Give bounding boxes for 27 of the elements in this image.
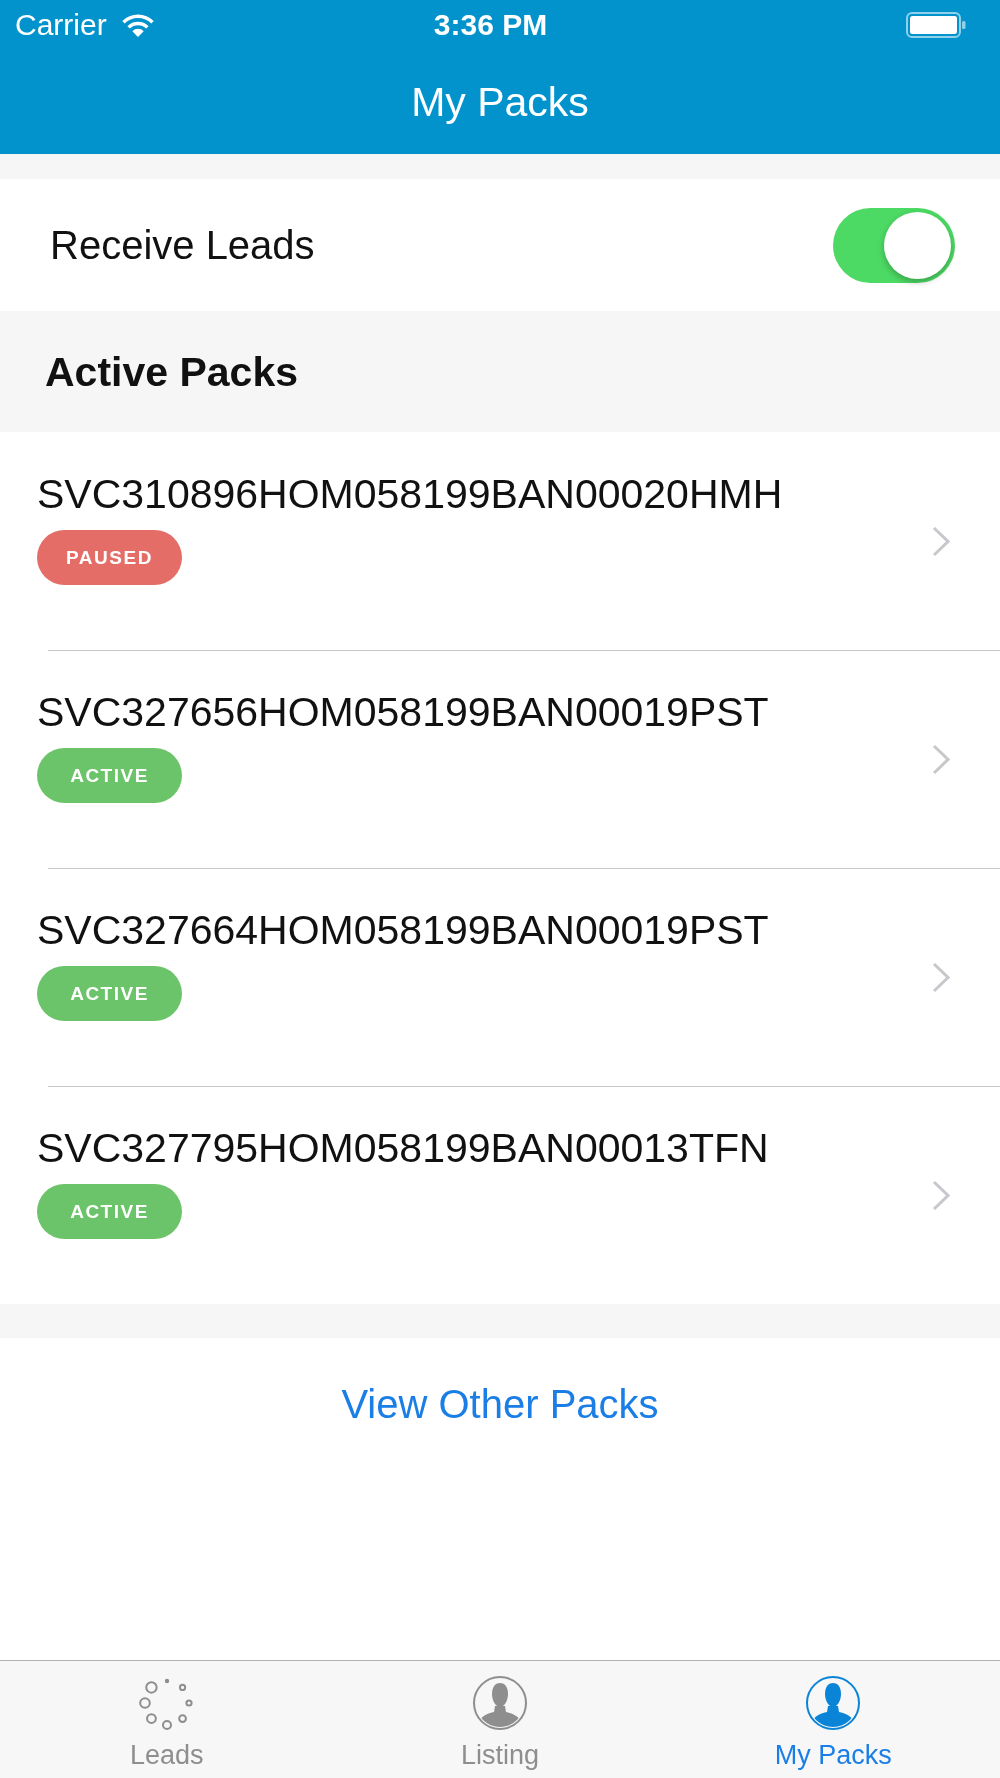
person-circle-icon [805,1675,862,1731]
pack-row[interactable]: SVC310896HOM058199BAN00020HMH PAUSED [0,432,1000,650]
status-badge: PAUSED [37,530,182,585]
chevron-right-icon [932,961,950,993]
pack-row[interactable]: SVC327795HOM058199BAN00013TFN ACTIVE [0,1086,1000,1304]
battery-icon [906,12,966,38]
pack-row[interactable]: SVC327656HOM058199BAN00019PST ACTIVE [0,650,1000,868]
status-time: 3:36 PM [433,7,548,43]
pack-code: SVC310896HOM058199BAN00020HMH [37,470,783,518]
view-other-packs-link[interactable]: View Other Packs [341,1380,659,1428]
pack-code: SVC327795HOM058199BAN00013TFN [37,1124,769,1172]
pack-code: SVC327656HOM058199BAN00019PST [37,688,769,736]
status-badge: ACTIVE [37,966,182,1021]
section-heading: Active Packs [45,347,298,396]
chevron-right-icon [932,525,950,557]
person-circle-icon [472,1675,528,1731]
status-badge: ACTIVE [37,1184,182,1239]
status-badge: ACTIVE [37,748,182,803]
carrier-label: Carrier [15,7,107,43]
pack-code: SVC327664HOM058199BAN00019PST [37,906,769,954]
receive-leads-label: Receive Leads [50,222,315,269]
tab-item[interactable]: My Packs [666,1661,1000,1778]
pack-row[interactable]: SVC327664HOM058199BAN00019PST ACTIVE [0,868,1000,1086]
chevron-right-icon [932,743,950,775]
wifi-icon [120,12,155,38]
chevron-right-icon [932,1179,950,1211]
screen-title: My Packs [411,78,589,126]
